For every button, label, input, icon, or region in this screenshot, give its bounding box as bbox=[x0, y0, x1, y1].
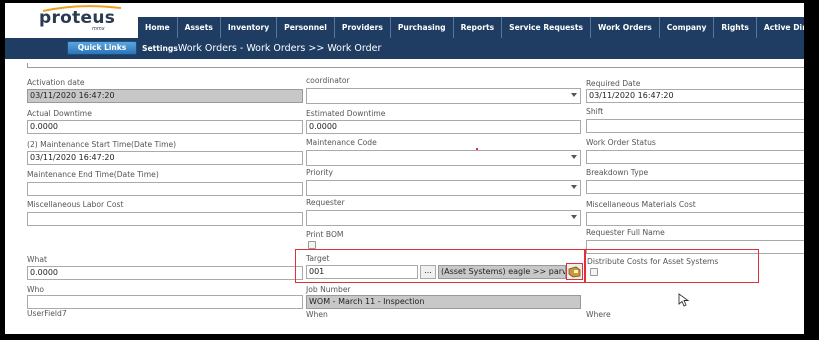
asset-lookup-icon[interactable] bbox=[566, 263, 583, 280]
who-field[interactable] bbox=[27, 295, 303, 309]
dropdown-arrow-icon bbox=[571, 155, 577, 159]
estimated-downtime-field[interactable]: 0.0000 bbox=[306, 120, 581, 134]
maintenance-start-label: (2) Maintenance Start Time(Date Time) bbox=[27, 140, 177, 149]
what-field[interactable]: 0.0000 bbox=[27, 266, 303, 280]
activation-date-field[interactable]: 03/11/2020 16:47:20 bbox=[27, 89, 303, 103]
app-window: proteus mmx Home Assets Inventory Personnel… bbox=[5, 3, 811, 334]
settings-link[interactable]: Settings bbox=[142, 44, 178, 53]
swoosh-icon bbox=[42, 5, 122, 12]
misc-labor-cost-field[interactable] bbox=[27, 212, 303, 226]
window-frame bbox=[804, 0, 813, 340]
who-label: Who bbox=[27, 285, 44, 294]
where-label: Where bbox=[586, 310, 611, 319]
when-label: When bbox=[306, 310, 328, 319]
maintenance-start-field[interactable]: 03/11/2020 16:47:20 bbox=[27, 151, 303, 165]
actual-downtime-label: Actual Downtime bbox=[27, 109, 92, 118]
actual-downtime-field[interactable]: 0.0000 bbox=[27, 120, 303, 134]
nav-item-purchasing[interactable]: Purchasing bbox=[391, 17, 454, 38]
nav-item-rights[interactable]: Rights bbox=[714, 17, 757, 38]
distribute-costs-highlight bbox=[585, 249, 759, 283]
job-number-label: Job Number bbox=[306, 285, 351, 294]
section-divider bbox=[27, 63, 811, 68]
requester-full-name-label: Requester Full Name bbox=[586, 228, 665, 237]
nav-item-home[interactable]: Home bbox=[138, 17, 178, 38]
nav-item-personnel[interactable]: Personnel bbox=[277, 17, 335, 38]
dropdown-arrow-icon bbox=[571, 185, 577, 189]
dropdown-arrow-icon bbox=[571, 93, 577, 97]
breadcrumb-path: Work Orders - Work Orders >> Work Order bbox=[177, 43, 382, 54]
print-bom-label: Print BOM bbox=[306, 230, 344, 239]
required-marker bbox=[476, 148, 478, 150]
userfield7-label: UserField7 bbox=[27, 309, 67, 318]
priority-select[interactable] bbox=[306, 180, 581, 196]
nav-item-work-orders[interactable]: Work Orders bbox=[591, 17, 660, 38]
sub-bar: Quick Links SettingsWork Orders - Work O… bbox=[5, 38, 811, 59]
breadcrumb: SettingsWork Orders - Work Orders >> Wor… bbox=[142, 43, 381, 54]
coordinator-label: coordinator bbox=[306, 76, 350, 85]
shift-field[interactable] bbox=[586, 119, 811, 133]
priority-label: Priority bbox=[306, 168, 334, 177]
misc-materials-cost-field[interactable] bbox=[586, 212, 811, 226]
required-date-label: Required Date bbox=[586, 79, 641, 88]
quick-links-button[interactable]: Quick Links bbox=[67, 41, 137, 55]
target-browse-button[interactable]: ... bbox=[420, 265, 436, 279]
maintenance-end-field[interactable] bbox=[27, 182, 303, 196]
what-label: What bbox=[27, 255, 47, 264]
distribute-costs-checkbox[interactable] bbox=[590, 268, 598, 276]
misc-materials-cost-label: Miscellaneous Materials Cost bbox=[586, 200, 696, 209]
requester-label: Requester bbox=[306, 198, 345, 207]
maintenance-end-label: Maintenance End Time(Date Time) bbox=[27, 170, 159, 179]
nav-item-inventory[interactable]: Inventory bbox=[221, 17, 278, 38]
nav-item-active-directory[interactable]: Active Directory bbox=[757, 17, 811, 38]
breakdown-type-field[interactable] bbox=[586, 180, 811, 194]
target-field[interactable]: 001 bbox=[306, 265, 418, 279]
maintenance-code-label: Maintenance Code bbox=[306, 138, 377, 147]
print-bom-checkbox[interactable] bbox=[308, 241, 316, 249]
estimated-downtime-label: Estimated Downtime bbox=[306, 109, 386, 118]
target-description: (Asset Systems) eagle >> parves bbox=[438, 265, 566, 279]
required-date-field[interactable]: 03/11/2020 16:47:20 bbox=[586, 89, 811, 103]
nav-item-providers[interactable]: Providers bbox=[335, 17, 391, 38]
header: proteus mmx Home Assets Inventory Personnel… bbox=[5, 3, 811, 61]
main-nav: Home Assets Inventory Personnel Providers Pur… bbox=[138, 17, 811, 38]
nav-item-assets[interactable]: Assets bbox=[178, 17, 221, 38]
dropdown-arrow-icon bbox=[571, 215, 577, 219]
work-order-status-label: Work Order Status bbox=[586, 138, 656, 147]
misc-labor-cost-label: Miscellaneous Labor Cost bbox=[27, 200, 124, 209]
nav-item-service-requests[interactable]: Service Requests bbox=[502, 17, 591, 38]
maintenance-code-select[interactable] bbox=[306, 150, 581, 166]
work-order-status-field[interactable] bbox=[586, 150, 811, 164]
logo[interactable]: proteus mmx bbox=[39, 5, 139, 40]
nav-item-company[interactable]: Company bbox=[660, 17, 715, 38]
activation-date-label: Activation date bbox=[27, 78, 85, 87]
nav-item-reports[interactable]: Reports bbox=[454, 17, 503, 38]
logo-suffix: mmx bbox=[92, 26, 105, 32]
target-label: Target bbox=[306, 254, 330, 263]
shift-label: Shift bbox=[586, 107, 604, 116]
distribute-costs-label: Distribute Costs for Asset Systems bbox=[587, 257, 719, 266]
job-number-field[interactable]: WOM - March 11 - Inspection bbox=[306, 295, 581, 309]
breakdown-type-label: Breakdown Type bbox=[586, 168, 649, 177]
coordinator-select[interactable] bbox=[306, 88, 581, 104]
requester-select[interactable] bbox=[306, 210, 581, 226]
mouse-cursor-icon bbox=[678, 293, 690, 307]
